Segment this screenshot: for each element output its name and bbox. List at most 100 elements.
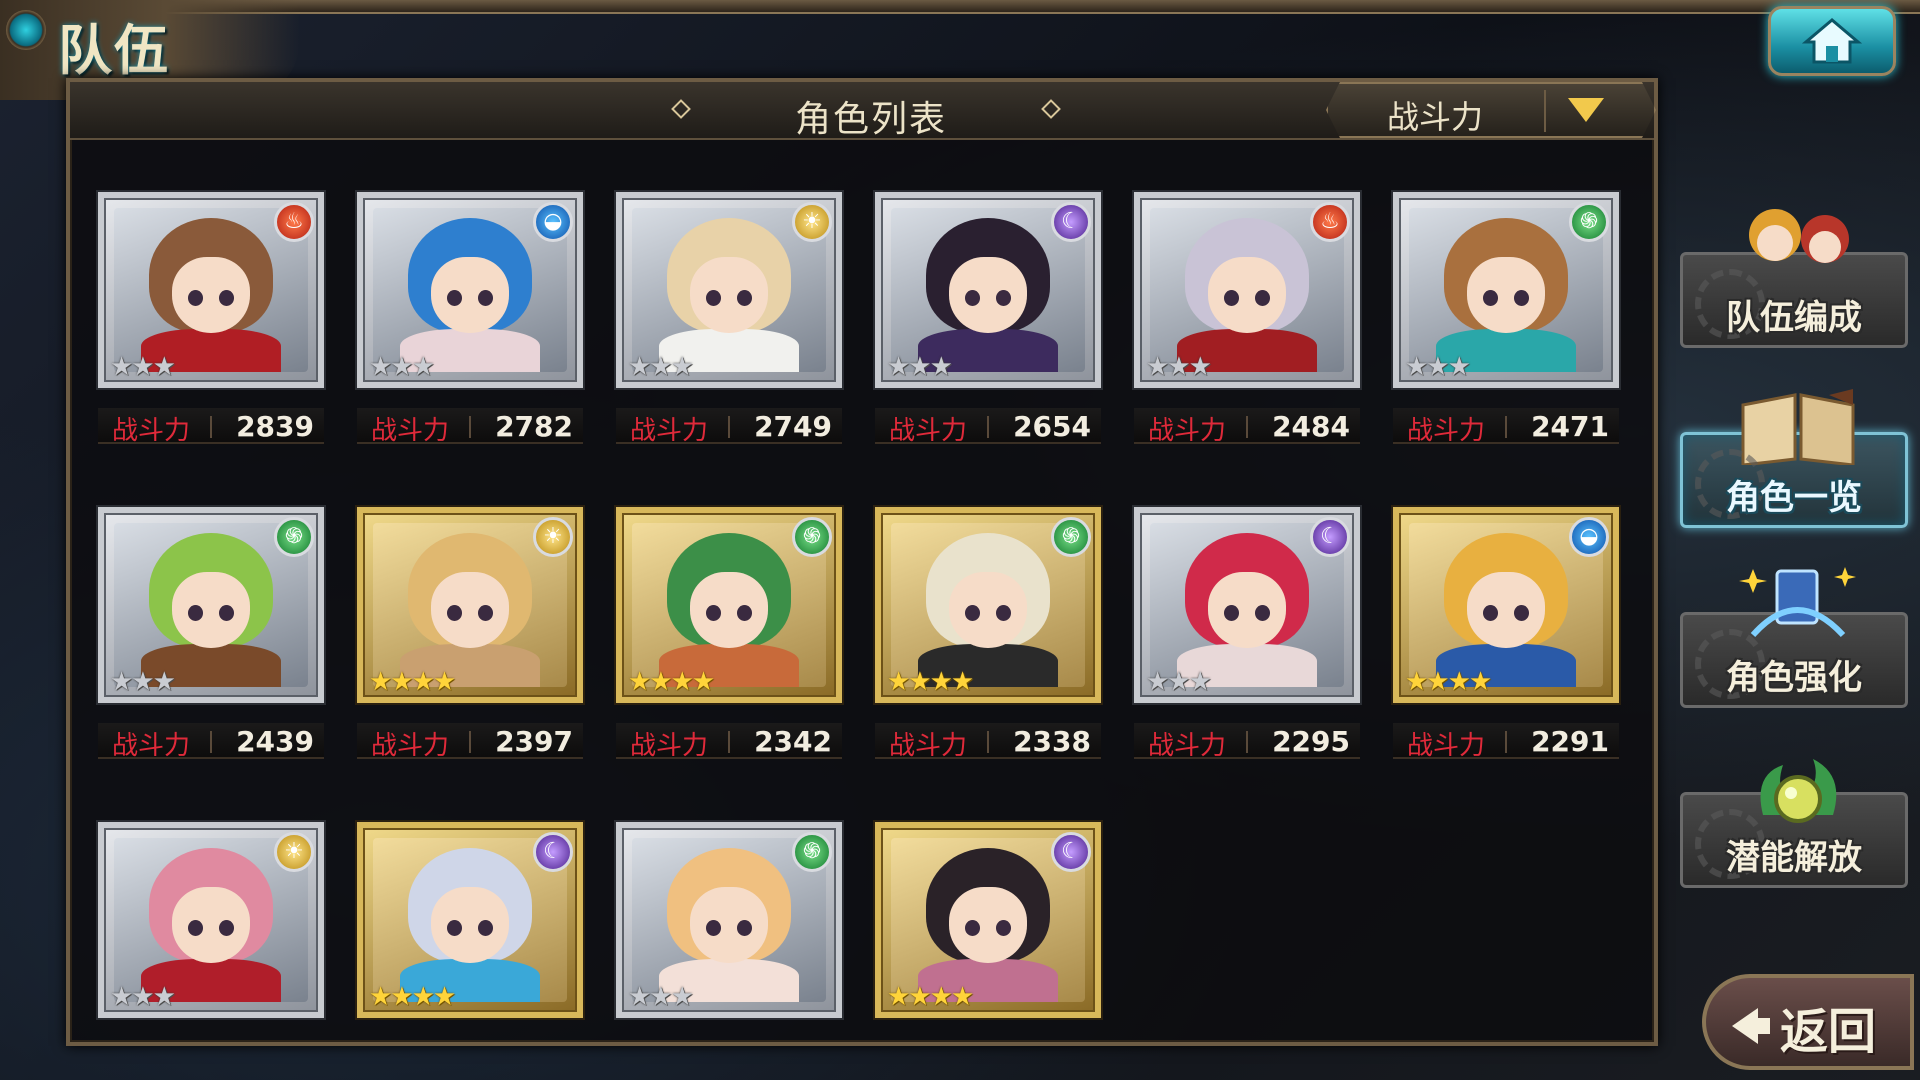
character-card[interactable]: ☾ ★★★★ [875, 822, 1101, 1018]
power-separator [1246, 731, 1248, 753]
power-label: 战斗力 [630, 731, 709, 761]
character-face [949, 257, 1027, 333]
rarity-stars-icon: ★★★ [110, 982, 176, 1012]
power-value: 2782 [495, 410, 573, 443]
power-value: 2654 [1013, 410, 1091, 443]
power-label: 战斗力 [889, 731, 968, 761]
light-element-icon: ☀ [792, 202, 832, 242]
character-list-button[interactable]: 角色一览 [1680, 389, 1908, 528]
character-card[interactable]: ◒ ★★★★ [1393, 507, 1619, 703]
rarity-stars-icon: ★★★★ [1405, 667, 1492, 697]
character-face [690, 572, 768, 648]
character-card[interactable]: ֍ ★★★ [616, 822, 842, 1018]
power-separator [210, 416, 212, 438]
rarity-stars-icon: ★★★★ [887, 982, 974, 1012]
power-separator [728, 416, 730, 438]
character-face [172, 572, 250, 648]
character-card[interactable]: ◒ ★★★ [357, 192, 583, 388]
back-button[interactable]: 返回 [1702, 974, 1914, 1070]
power-plate: 战斗力 2749 [616, 408, 842, 446]
character-face [1467, 572, 1545, 648]
power-separator [469, 731, 471, 753]
power-label: 战斗力 [1148, 416, 1227, 446]
character-card[interactable]: ☀ ★★★ [98, 822, 324, 1018]
power-separator [1246, 416, 1248, 438]
character-face [949, 572, 1027, 648]
character-card[interactable]: ֍ ★★★ [98, 507, 324, 703]
power-plate: 战斗力 2782 [357, 408, 583, 446]
rarity-stars-icon: ★★★★ [887, 667, 974, 697]
power-value: 2295 [1272, 725, 1350, 758]
rarity-stars-icon: ★★★★ [369, 982, 456, 1012]
character-card[interactable]: ☀ ★★★ [616, 192, 842, 388]
character-card[interactable]: ֍ ★★★ [1393, 192, 1619, 388]
character-face [431, 887, 509, 963]
dark-element-icon: ☾ [533, 832, 573, 872]
character-card[interactable]: ♨ ★★★ [1134, 192, 1360, 388]
power-label: 战斗力 [1407, 731, 1486, 761]
home-button[interactable] [1768, 6, 1896, 76]
power-value: 2291 [1531, 725, 1609, 758]
power-separator [987, 416, 989, 438]
dark-element-icon: ☾ [1051, 202, 1091, 242]
potential-orb-icon [1760, 759, 1837, 823]
character-face [1467, 257, 1545, 333]
character-face [431, 257, 509, 333]
power-value: 2471 [1531, 410, 1609, 443]
power-label: 战斗力 [371, 731, 450, 761]
power-value: 2338 [1013, 725, 1091, 758]
power-label: 战斗力 [112, 416, 191, 446]
power-label: 战斗力 [630, 416, 709, 446]
side-menu-label: 角色强化 [1726, 658, 1862, 698]
team-members-icon [1749, 209, 1849, 263]
power-plate: 战斗力 2295 [1134, 723, 1360, 761]
rarity-stars-icon: ★★★ [1405, 352, 1471, 382]
character-face [1208, 257, 1286, 333]
power-plate: 战斗力 2484 [1134, 408, 1360, 446]
dark-element-icon: ☾ [1310, 517, 1350, 557]
power-plate: 战斗力 2439 [98, 723, 324, 761]
character-face [431, 572, 509, 648]
character-card[interactable]: ☾ ★★★ [875, 192, 1101, 388]
character-card[interactable]: ֍ ★★★★ [616, 507, 842, 703]
power-plate: 战斗力 2471 [1393, 408, 1619, 446]
power-value: 2342 [754, 725, 832, 758]
back-button-label: 返回 [1780, 1004, 1877, 1060]
team-formation-button[interactable]: 队伍编成 [1680, 209, 1908, 348]
back-arrow-icon-tail [1756, 1018, 1770, 1034]
character-card[interactable]: ♨ ★★★ [98, 192, 324, 388]
character-face [1208, 572, 1286, 648]
fire-element-icon: ♨ [274, 202, 314, 242]
chevron-down-icon[interactable] [1568, 98, 1604, 122]
rarity-stars-icon: ★★★★ [628, 667, 715, 697]
potential-release-button[interactable]: 潜能解放 [1680, 759, 1908, 888]
character-list-panel: 角色列表 战斗力 ♨ ★★★ 战斗力 2839 ◒ ★★★ 战斗力 2782 ☀ ★★★ 战斗力 27… [66, 78, 1658, 1046]
fire-element-icon: ♨ [1310, 202, 1350, 242]
power-separator [1505, 731, 1507, 753]
rarity-stars-icon: ★★★★ [369, 667, 456, 697]
character-card[interactable]: ☾ ★★★★ [357, 822, 583, 1018]
rarity-stars-icon: ★★★ [887, 352, 953, 382]
panel-header: 角色列表 战斗力 [70, 82, 1654, 140]
power-plate: 战斗力 2342 [616, 723, 842, 761]
power-separator [987, 731, 989, 753]
character-card[interactable]: ֍ ★★★★ [875, 507, 1101, 703]
sort-selected-label: 战斗力 [1386, 98, 1483, 136]
character-card[interactable]: ☾ ★★★ [1134, 507, 1360, 703]
character-enhance-button[interactable]: 角色强化 [1680, 567, 1908, 708]
character-card[interactable]: ☀ ★★★★ [357, 507, 583, 703]
power-separator [210, 731, 212, 753]
power-value: 2397 [495, 725, 573, 758]
sort-dropdown[interactable]: 战斗力 [1326, 82, 1656, 138]
wind-element-icon: ֍ [792, 517, 832, 557]
power-plate: 战斗力 2654 [875, 408, 1101, 446]
back-arrow-icon [1732, 1008, 1758, 1044]
power-label: 战斗力 [112, 731, 191, 761]
side-menu-label: 潜能解放 [1726, 838, 1862, 878]
light-element-icon: ☀ [274, 832, 314, 872]
gear-emblem-icon [6, 10, 46, 50]
power-plate: 战斗力 2397 [357, 723, 583, 761]
wind-element-icon: ֍ [792, 832, 832, 872]
power-plate: 战斗力 2839 [98, 408, 324, 446]
power-separator [469, 416, 471, 438]
